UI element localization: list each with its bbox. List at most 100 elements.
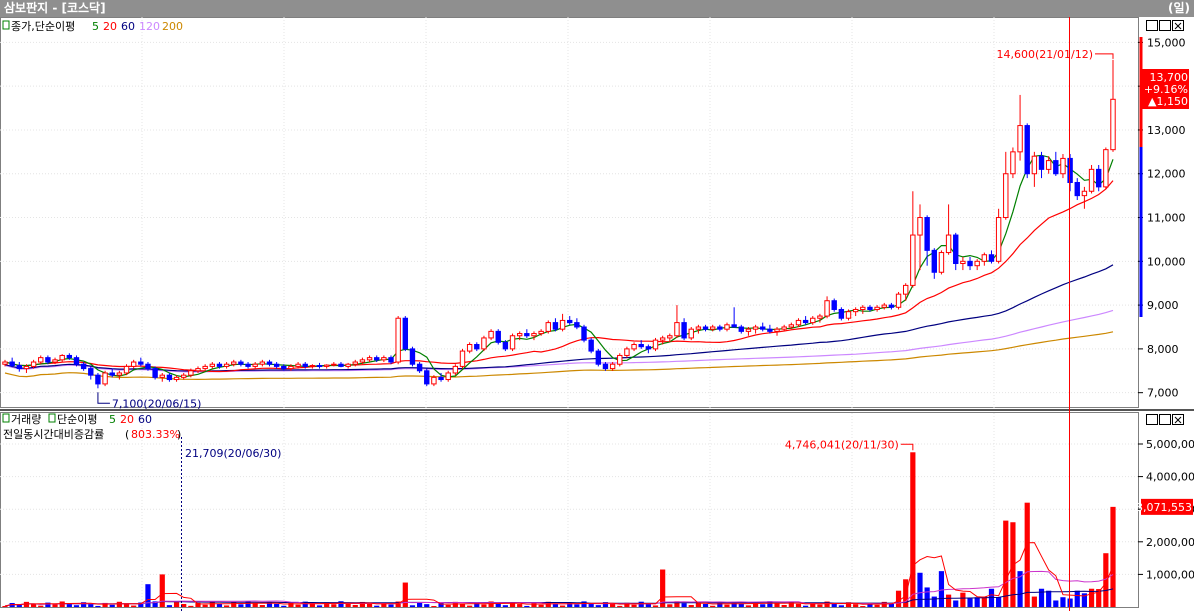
volume-bar-down [760, 604, 766, 607]
candle-down [16, 365, 22, 370]
minimize-icon[interactable] [1146, 20, 1158, 31]
candle-down [888, 304, 895, 308]
candle-down [409, 348, 416, 365]
candle-down [738, 326, 744, 332]
candle-down [316, 365, 323, 368]
candle-up [938, 252, 945, 273]
volume-legend-ma: 단순이평 [57, 413, 97, 426]
current-volume-box: 3,071,553 [1136, 498, 1193, 515]
candle-up [724, 324, 730, 330]
candle-up [845, 311, 852, 319]
legend-checkbox-icon[interactable] [48, 413, 56, 423]
candle-down [953, 234, 959, 265]
candle-up [910, 234, 916, 286]
stock-chart[interactable]: 7,000 8,000 9,000 10,000 11,000 12,000 13,000 1… [0, 17, 1194, 611]
candle-up [810, 317, 816, 324]
volume-bar-up [1110, 506, 1116, 607]
candle-up [466, 344, 473, 352]
candle-up [38, 357, 44, 363]
candle-down [1096, 168, 1102, 188]
candle-down [717, 326, 723, 330]
volume-bar-up [295, 604, 301, 607]
candle-up [674, 322, 680, 337]
volume-bar-up [817, 604, 823, 607]
candle-down [588, 339, 594, 352]
volume-bar-up [652, 605, 659, 607]
minimize-icon[interactable] [1146, 414, 1158, 425]
volume-ratio-close-paren: ) [177, 428, 181, 441]
candle-up [902, 284, 909, 295]
volume-bar-up [224, 605, 230, 607]
volume-bar-up [631, 604, 637, 607]
volume-panel-controls[interactable] [1146, 414, 1184, 425]
candle-up [359, 359, 366, 363]
candle-up [395, 317, 401, 363]
volume-bar-up [610, 603, 616, 607]
legend-ma5: 5 [92, 20, 99, 33]
maximize-icon[interactable] [1159, 414, 1171, 425]
candle-up [609, 363, 616, 370]
volume-bar-down [996, 597, 1002, 607]
volume-bar-down [16, 604, 22, 607]
candle-down [1053, 160, 1059, 175]
volume-bar-down [1038, 588, 1045, 607]
candle-up [545, 322, 551, 332]
volume-bar-up [1003, 520, 1009, 607]
volume-bar-up [173, 602, 180, 607]
volume-bar-up [724, 604, 730, 607]
candle-up [288, 365, 294, 370]
volume-bar-up [781, 604, 787, 607]
candle-down [416, 363, 423, 372]
candle-up [102, 372, 108, 385]
candle-down [374, 357, 380, 361]
volume-bar-up [910, 452, 916, 607]
volume-bar-down [88, 604, 94, 607]
candle-up [781, 326, 787, 330]
candle-up [617, 354, 623, 365]
volume-bar-up [538, 604, 544, 607]
candle-down [702, 326, 709, 330]
candle-up [366, 357, 373, 361]
volume-bar-down [274, 603, 280, 607]
volume-bar-down [73, 605, 80, 607]
candle-down [638, 344, 644, 348]
legend-checkbox-icon[interactable] [2, 20, 10, 30]
candle-down [581, 326, 587, 341]
legend-checkbox-icon[interactable] [2, 413, 10, 423]
volume-bar-down [95, 605, 101, 607]
candle-up [1088, 168, 1095, 192]
price-panel-controls[interactable] [1146, 20, 1184, 31]
legend-ma120: 120 [139, 20, 160, 33]
volume-bar-down [502, 605, 508, 607]
volume-panel-frame [0, 412, 1139, 608]
candle-up [688, 328, 694, 339]
candle-down [567, 319, 573, 324]
candle-up [881, 304, 887, 308]
volume-bar-down [953, 600, 959, 607]
candle-up [352, 361, 358, 365]
candle-down [760, 326, 766, 330]
volume-bar-up [352, 604, 358, 607]
volume-bar-down [838, 605, 844, 607]
volume-bar-up [860, 606, 866, 608]
candle-down [502, 341, 509, 350]
candle-up [173, 376, 180, 381]
volume-bar-down [974, 597, 980, 607]
volume-bar-up [853, 604, 859, 607]
candle-down [838, 308, 845, 319]
candle-down [681, 322, 687, 339]
candle-down [1067, 157, 1073, 183]
candle-up [452, 365, 459, 374]
candle-up [188, 370, 194, 376]
candle-up [259, 361, 266, 365]
candle-up [559, 319, 566, 330]
candle-down [931, 249, 937, 273]
maximize-icon[interactable] [1159, 20, 1171, 31]
candle-up [516, 333, 523, 337]
candle-down [1074, 181, 1080, 197]
candle-down [924, 217, 930, 251]
price-tick-label: 10,000 [1147, 255, 1186, 268]
high-price-annotation: 14,600(21/01/12) [997, 48, 1093, 61]
volume-bar-down [1060, 597, 1066, 607]
volume-bar-up [202, 604, 208, 607]
